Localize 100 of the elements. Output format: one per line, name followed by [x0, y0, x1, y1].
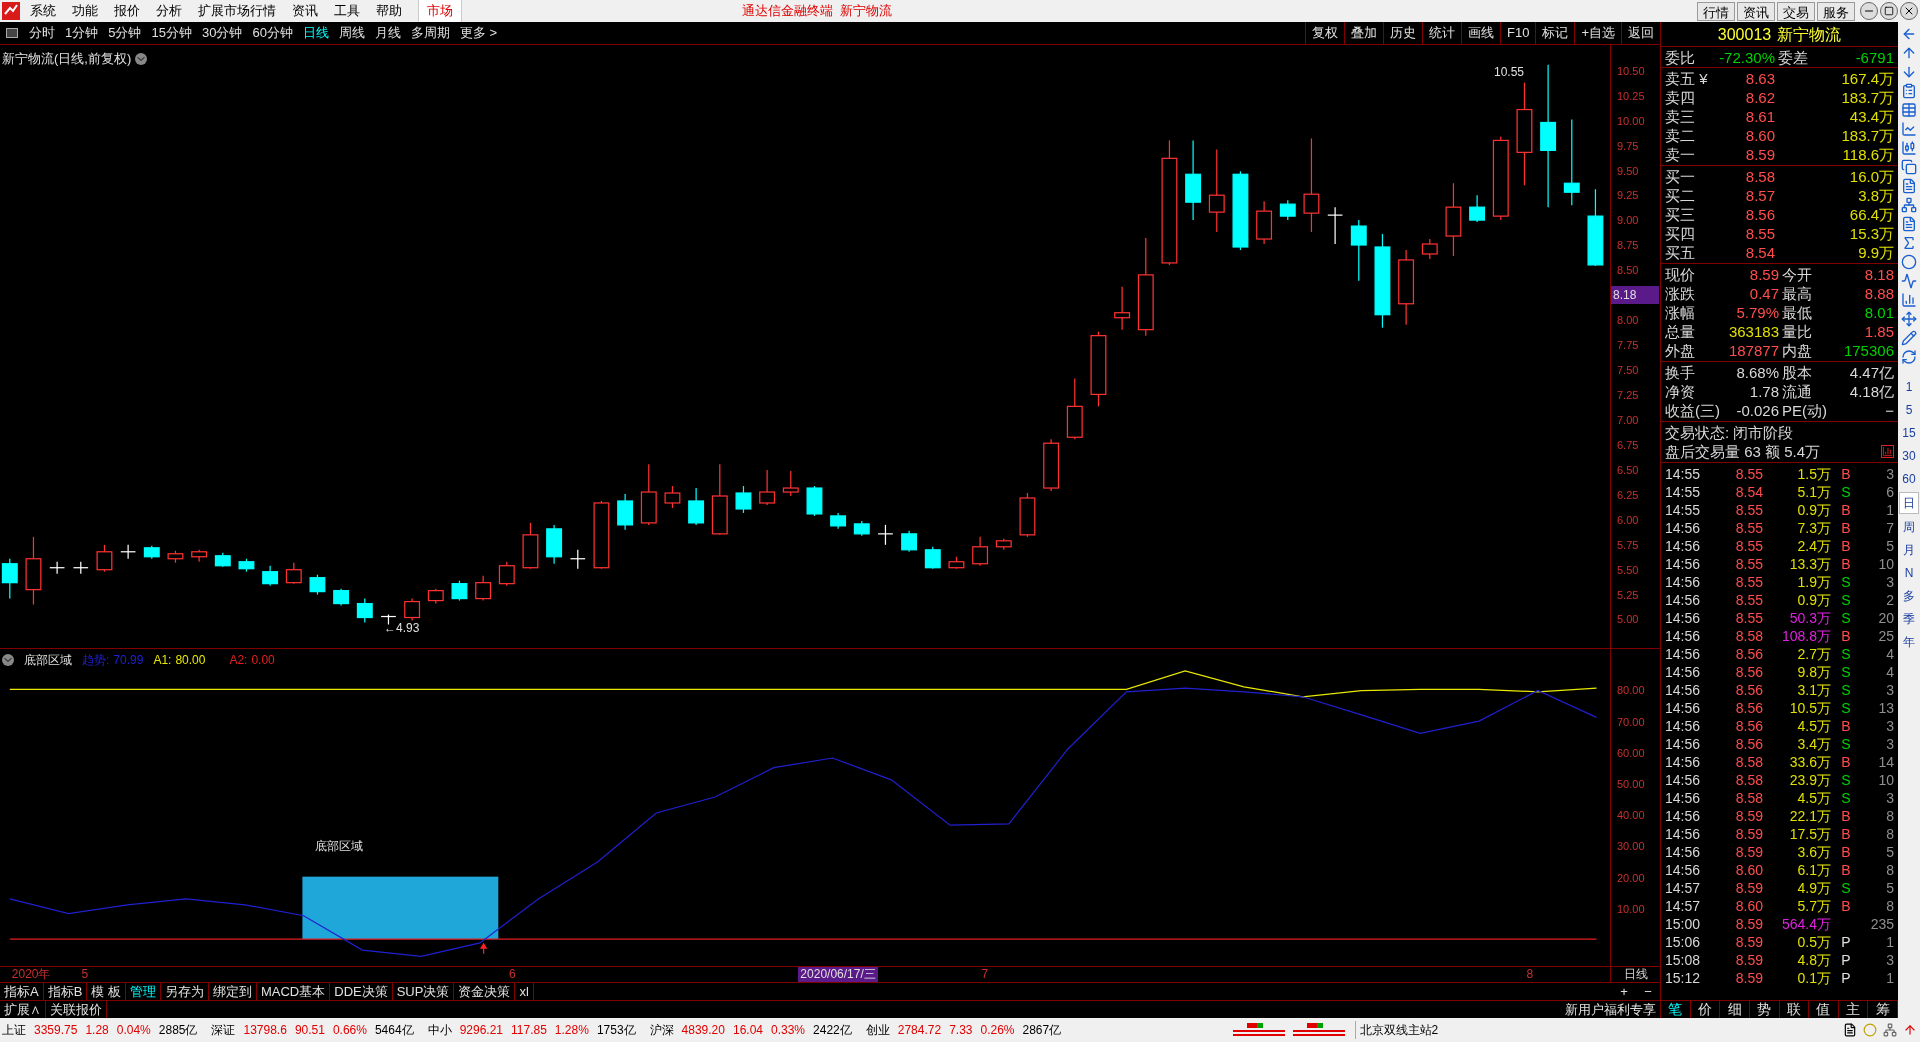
- refresh-icon[interactable]: [1901, 349, 1917, 365]
- trade-count: 3: [1885, 735, 1894, 753]
- menu-item[interactable]: 资讯: [284, 1, 326, 21]
- header-button[interactable]: 服务: [1817, 1, 1855, 21]
- document-icon[interactable]: [1843, 1023, 1857, 1037]
- windows-icon[interactable]: [1901, 159, 1917, 175]
- move-icon[interactable]: [1901, 311, 1917, 327]
- indicator-tab[interactable]: SUP决策: [392, 983, 455, 1000]
- trade-time: 14:56: [1665, 735, 1702, 753]
- chevron-down-icon[interactable]: [135, 52, 148, 65]
- order-price: 8.60: [1744, 126, 1775, 145]
- menu-item[interactable]: 分析: [148, 1, 190, 21]
- network-icon[interactable]: [1883, 1023, 1897, 1037]
- chart-action[interactable]: F10: [1500, 22, 1536, 44]
- trade-count: 8: [1885, 807, 1894, 825]
- date-axis-label: 2020/06/17/三: [798, 967, 878, 982]
- circle-icon[interactable]: [1901, 254, 1917, 270]
- order-volume: 9.9万: [1857, 243, 1894, 262]
- indicator-tab[interactable]: DDE决策: [330, 983, 393, 1000]
- period-shortcut[interactable]: 日: [1899, 492, 1919, 514]
- sigma-icon[interactable]: [1901, 235, 1917, 251]
- period-tab[interactable]: 1分钟: [60, 23, 104, 43]
- indicator-tab[interactable]: 绑定到: [208, 983, 257, 1000]
- period-tab[interactable]: 15分钟: [146, 23, 197, 43]
- bar-chart-icon[interactable]: [1901, 292, 1917, 308]
- clipboard-icon[interactable]: [1901, 83, 1917, 99]
- market-breadth-icon: [1232, 1023, 1285, 1037]
- zoom-button[interactable]: −: [1636, 983, 1660, 1000]
- tree-icon[interactable]: [1901, 197, 1917, 213]
- header-button[interactable]: 交易: [1777, 1, 1815, 21]
- period-shortcut[interactable]: 15: [1899, 423, 1919, 443]
- indicator-tab[interactable]: 指标B: [43, 983, 88, 1000]
- indicator-tab[interactable]: 管理: [125, 983, 161, 1000]
- menu-item[interactable]: 工具: [326, 1, 368, 21]
- chart-action[interactable]: 统计: [1422, 22, 1461, 44]
- chart-action[interactable]: 标记: [1535, 22, 1575, 44]
- indicator-tab[interactable]: 指标A: [0, 983, 44, 1000]
- period-tab[interactable]: 日线: [297, 23, 334, 43]
- period-shortcut[interactable]: 多: [1899, 586, 1919, 606]
- period-tab[interactable]: 月线: [369, 23, 406, 43]
- indicator-tab[interactable]: 模 板: [87, 983, 126, 1000]
- candlestick-icon[interactable]: [1901, 140, 1917, 156]
- chart-action[interactable]: +自选: [1574, 22, 1621, 44]
- period-tab[interactable]: 30分钟: [196, 23, 248, 43]
- pencil-icon[interactable]: [1901, 330, 1917, 346]
- period-shortcut[interactable]: 年: [1899, 632, 1919, 652]
- indicator-tab[interactable]: xl: [515, 983, 534, 1000]
- line-chart-icon[interactable]: [1901, 121, 1917, 137]
- restore-button[interactable]: [1880, 2, 1898, 20]
- period-shortcut[interactable]: 周: [1899, 517, 1919, 537]
- trade-side: B: [1840, 465, 1852, 483]
- chart-action[interactable]: 历史: [1383, 22, 1422, 44]
- promo-link[interactable]: 新用户福利专享: [1561, 999, 1660, 1020]
- period-tab[interactable]: 分时: [24, 23, 60, 43]
- trade-count: 3: [1885, 573, 1894, 591]
- menu-item[interactable]: 系统: [22, 1, 64, 21]
- date-axis-label: 8: [1525, 967, 1535, 982]
- indicator-tab[interactable]: MACD基本: [256, 983, 331, 1000]
- chevron-down-icon[interactable]: [2, 654, 14, 666]
- trade-time: 14:56: [1665, 861, 1702, 879]
- menu-item[interactable]: 扩展市场行情: [190, 1, 284, 21]
- chart-action[interactable]: 复权: [1305, 22, 1344, 44]
- table-icon[interactable]: [1901, 102, 1917, 118]
- bar-chart-icon[interactable]: [1881, 445, 1894, 458]
- period-tab[interactable]: 5分钟: [103, 23, 147, 43]
- header-button[interactable]: 行情: [1697, 1, 1735, 21]
- period-shortcut[interactable]: 5: [1899, 400, 1919, 420]
- period-shortcut[interactable]: 30: [1899, 446, 1919, 466]
- menu-item[interactable]: 报价: [106, 1, 148, 21]
- indicator-tab[interactable]: 另存为: [160, 983, 209, 1000]
- period-shortcut[interactable]: 季: [1899, 609, 1919, 629]
- trade-count: 4: [1885, 663, 1894, 681]
- period-shortcut[interactable]: 1: [1899, 377, 1919, 397]
- market-tab[interactable]: 市场: [418, 0, 462, 22]
- menu-item[interactable]: 功能: [64, 1, 106, 21]
- minimize-button[interactable]: [1860, 2, 1878, 20]
- period-tab[interactable]: 更多 >: [454, 23, 503, 43]
- chart-action[interactable]: 画线: [1461, 22, 1500, 44]
- arrow-left-icon[interactable]: [1901, 26, 1917, 42]
- candlestick: [1303, 137, 1320, 233]
- indicator-tab[interactable]: 资金决策: [454, 983, 516, 1000]
- period-shortcut[interactable]: 月: [1899, 540, 1919, 560]
- trade-time: 14:55: [1665, 483, 1702, 501]
- chart-action[interactable]: 返回: [1621, 22, 1660, 44]
- period-tab[interactable]: 多周期: [405, 23, 455, 43]
- wave-icon[interactable]: [1901, 273, 1917, 289]
- zoom-button[interactable]: +: [1612, 983, 1636, 1000]
- period-shortcut[interactable]: 60: [1899, 469, 1919, 489]
- period-tab[interactable]: 周线: [333, 23, 370, 43]
- trade-price: 8.56: [1734, 699, 1763, 717]
- order-volume: 183.7万: [1840, 126, 1894, 145]
- trade-volume: 4.5万: [1796, 789, 1831, 807]
- header-button[interactable]: 资讯: [1737, 1, 1775, 21]
- panel-toggle-icon[interactable]: [6, 28, 18, 38]
- close-button[interactable]: [1900, 2, 1918, 20]
- chart-action[interactable]: 叠加: [1344, 22, 1383, 44]
- trade-price: 8.58: [1734, 789, 1763, 807]
- period-shortcut[interactable]: N: [1899, 563, 1919, 583]
- period-tab[interactable]: 60分钟: [247, 23, 298, 43]
- menu-item[interactable]: 帮助: [368, 1, 410, 21]
